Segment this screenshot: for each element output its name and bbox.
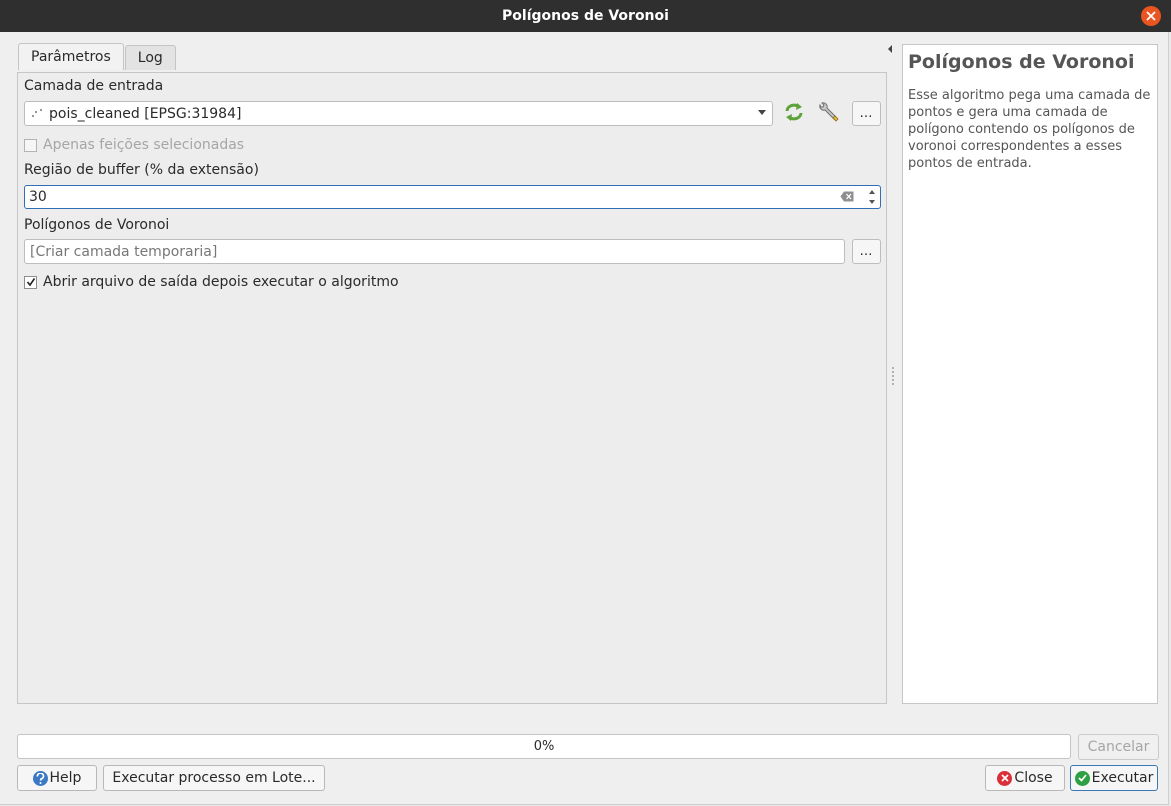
input-layer-combobox[interactable]: pois_cleaned [EPSG:31984]	[24, 101, 773, 126]
check-circle-icon	[1074, 770, 1090, 786]
help-title: Polígonos de Voronoi	[908, 51, 1135, 73]
cancel-button[interactable]: Cancelar	[1078, 734, 1159, 760]
help-button[interactable]: Help	[17, 765, 97, 791]
close-button[interactable]: Close	[985, 765, 1065, 791]
input-layer-value: pois_cleaned [EPSG:31984]	[49, 105, 242, 122]
tab-log[interactable]: Log	[124, 45, 176, 70]
output-browse-button[interactable]: …	[852, 239, 881, 264]
clear-input-icon[interactable]	[840, 191, 854, 202]
batch-process-button[interactable]: Executar processo em Lote...	[103, 765, 325, 791]
help-description: Esse algoritmo pega uma camada de pontos…	[908, 88, 1151, 171]
tab-parameters[interactable]: Parâmetros	[18, 43, 124, 70]
selected-features-checkbox[interactable]	[24, 138, 37, 152]
iterate-features-button[interactable]	[781, 100, 807, 124]
close-button-label: Close	[1014, 770, 1053, 786]
open-output-row[interactable]: Abrir arquivo de saída depois executar o…	[24, 274, 399, 290]
run-button[interactable]: Executar	[1070, 765, 1158, 791]
output-input[interactable]	[28, 242, 832, 261]
output-label: Polígonos de Voronoi	[24, 217, 170, 233]
output-field[interactable]	[24, 239, 845, 264]
dialog-body: Parâmetros Log Camada de entrada pois_cl…	[0, 32, 1169, 805]
wrench-icon	[819, 102, 839, 122]
advanced-options-button[interactable]	[815, 100, 841, 124]
input-layer-label: Camada de entrada	[24, 78, 164, 94]
spin-up-icon[interactable]	[869, 190, 875, 194]
close-circle-icon	[997, 770, 1013, 786]
window-titlebar: Polígonos de Voronoi	[0, 0, 1171, 32]
help-button-label: Help	[49, 770, 82, 786]
window-close-button[interactable]	[1141, 6, 1161, 26]
spin-down-icon[interactable]	[869, 200, 875, 204]
point-layer-icon	[31, 108, 43, 120]
progress-text: 0%	[533, 739, 555, 754]
open-output-checkbox[interactable]	[24, 275, 37, 289]
collapse-help-icon[interactable]	[888, 45, 892, 53]
run-button-label: Executar	[1091, 770, 1154, 786]
checkmark-icon	[26, 278, 35, 287]
chevron-down-icon	[758, 110, 766, 115]
buffer-label: Região de buffer (% da extensão)	[24, 162, 259, 178]
close-icon	[1146, 11, 1156, 21]
parameters-panel: Camada de entrada pois_cleaned [EPSG:319…	[17, 72, 887, 704]
tab-bar: Parâmetros Log	[18, 43, 177, 70]
help-panel: Polígonos de Voronoi Esse algoritmo pega…	[902, 44, 1158, 704]
spin-arrows[interactable]	[866, 187, 878, 207]
selected-features-only-row[interactable]: Apenas feições selecionadas	[24, 137, 244, 153]
buffer-spinbox[interactable]: 30	[24, 185, 881, 209]
input-layer-browse-button[interactable]: …	[852, 101, 881, 126]
progress-bar: 0%	[17, 734, 1071, 759]
selected-features-label: Apenas feições selecionadas	[43, 137, 245, 153]
help-icon	[32, 770, 48, 786]
window-title: Polígonos de Voronoi	[502, 8, 669, 24]
refresh-icon	[785, 103, 803, 121]
splitter-handle[interactable]	[892, 367, 896, 385]
open-output-label: Abrir arquivo de saída depois executar o…	[43, 274, 399, 290]
buffer-value: 30	[29, 189, 47, 205]
